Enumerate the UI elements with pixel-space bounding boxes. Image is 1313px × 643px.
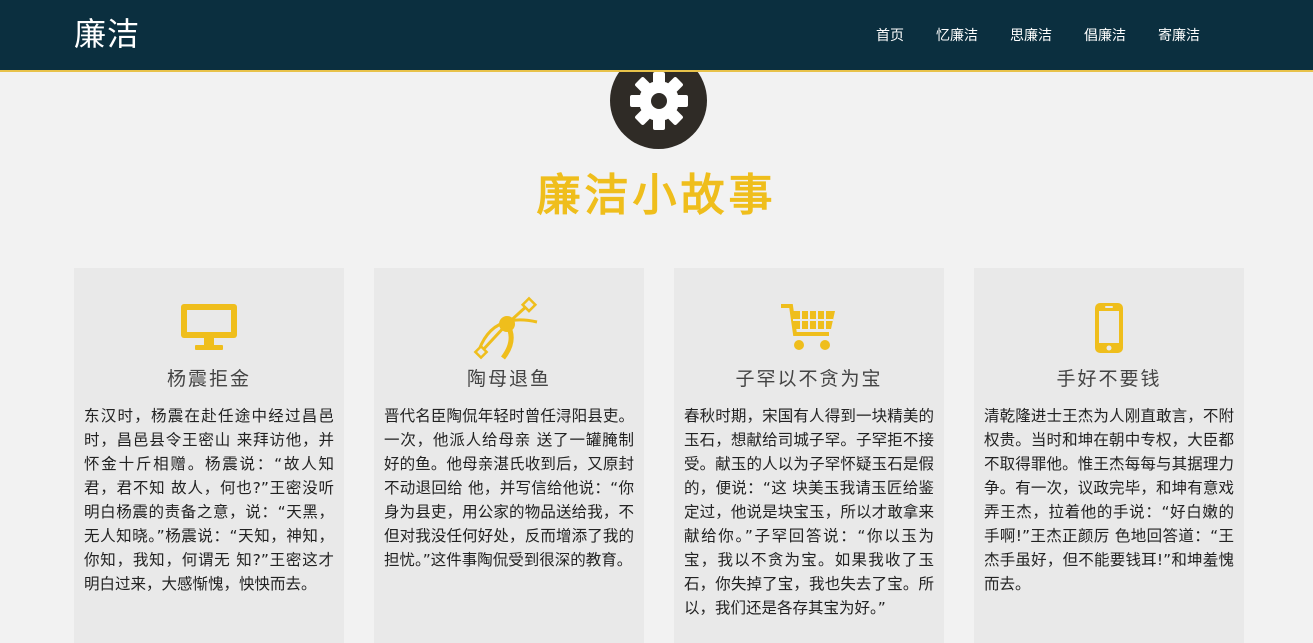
card-title: 手好不要钱 bbox=[1056, 368, 1162, 390]
story-card-zi-han: 子罕以不贪为宝 春秋时期，宋国有人得到一块精美的玉石，想献给司城子罕。子罕拒不接… bbox=[674, 268, 944, 643]
shopping-cart-icon bbox=[674, 300, 944, 356]
section-title: 廉洁小故事 bbox=[536, 170, 777, 221]
nav-menu: 首页 忆廉洁 思廉洁 倡廉洁 寄廉洁 bbox=[860, 22, 1216, 48]
card-text: 东汉时，杨震在赴任途中经过昌邑时，昌邑县令王密山 来拜访他，并怀金十斤相赠。杨震… bbox=[84, 407, 334, 593]
monitor-icon bbox=[74, 300, 344, 356]
nav-advocate-integrity[interactable]: 倡廉洁 bbox=[1084, 25, 1126, 45]
mobile-phone-icon bbox=[974, 300, 1244, 356]
nav-home[interactable]: 首页 bbox=[876, 25, 904, 45]
nav-remember-integrity[interactable]: 忆廉洁 bbox=[936, 25, 978, 45]
card-title: 杨震拒金 bbox=[166, 368, 251, 390]
card-text: 清乾隆进士王杰为人刚直敢言，不附权贵。当时和坤在朝中专权，大臣都不取得罪他。惟王… bbox=[984, 407, 1234, 593]
brand-logo[interactable]: 廉洁 bbox=[74, 14, 140, 54]
story-card-tao-mother: 陶母退鱼 晋代名臣陶侃年轻时曾任浔阳县吏。一次，他派人给母亲 送了一罐腌制好的鱼… bbox=[374, 268, 644, 643]
card-text: 春秋时期，宋国有人得到一块精美的玉石，想献给司城子罕。子罕拒不接受。献玉的人以为… bbox=[684, 407, 934, 617]
top-navbar: 廉洁 首页 忆廉洁 思廉洁 倡廉洁 寄廉洁 bbox=[0, 0, 1313, 72]
card-text: 晋代名臣陶侃年轻时曾任浔阳县吏。一次，他派人给母亲 送了一罐腌制好的鱼。他母亲湛… bbox=[384, 407, 634, 569]
nav-think-integrity[interactable]: 思廉洁 bbox=[1010, 25, 1052, 45]
card-title: 陶母退鱼 bbox=[466, 368, 551, 390]
bezier-pen-icon bbox=[374, 296, 644, 360]
card-title: 子罕以不贪为宝 bbox=[735, 368, 883, 390]
story-card-yang-zhen: 杨震拒金 东汉时，杨震在赴任途中经过昌邑时，昌邑县令王密山 来拜访他，并怀金十斤… bbox=[74, 268, 344, 643]
nav-send-integrity[interactable]: 寄廉洁 bbox=[1158, 25, 1200, 45]
story-card-wang-jie: 手好不要钱 清乾隆进士王杰为人刚直敢言，不附权贵。当时和坤在朝中专权，大臣都不取… bbox=[974, 268, 1244, 643]
